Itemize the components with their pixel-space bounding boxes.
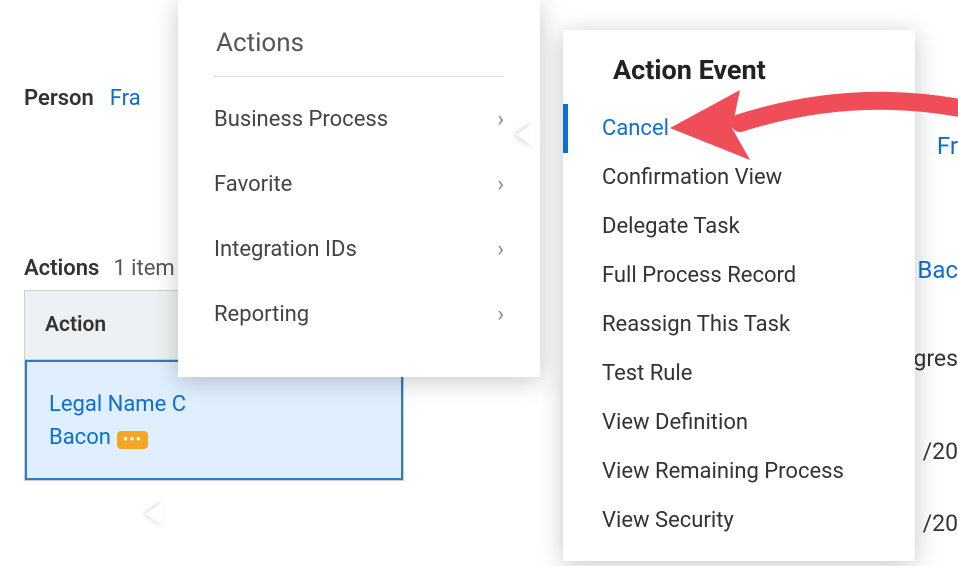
action-event-title: Action Event: [563, 30, 915, 104]
more-actions-chip[interactable]: •••: [117, 431, 148, 449]
table-row[interactable]: Legal Name C Bacon •••: [25, 360, 403, 480]
actions-count: 1 item: [113, 256, 174, 281]
person-label: Person: [24, 86, 94, 111]
person-row: Person Fra: [24, 86, 141, 111]
menu-item-business-process[interactable]: Business Process ›: [178, 87, 540, 152]
menu-item-label: Reporting: [214, 302, 309, 327]
actions-menu-title: Actions: [216, 28, 304, 58]
menu-item-reporting[interactable]: Reporting ›: [178, 282, 540, 347]
menu-item-label: Business Process: [214, 107, 388, 132]
submenu-item-reassign-this-task[interactable]: Reassign This Task: [563, 300, 915, 349]
chevron-right-icon: ›: [497, 237, 504, 262]
menu-item-label: Integration IDs: [214, 237, 357, 262]
submenu-item-view-remaining-process[interactable]: View Remaining Process: [563, 447, 915, 496]
bg-link-1[interactable]: Fr: [937, 132, 958, 160]
menu-item-label: Favorite: [214, 172, 292, 197]
row-link-line1[interactable]: Legal Name C: [49, 388, 379, 421]
divider: [214, 76, 504, 77]
submenu-item-view-security[interactable]: View Security: [563, 496, 915, 545]
chevron-right-icon: ›: [497, 107, 504, 132]
submenu-item-delegate-task[interactable]: Delegate Task: [563, 202, 915, 251]
person-value-link[interactable]: Fra: [110, 86, 141, 111]
bg-text-3: /20: [923, 510, 958, 537]
bg-link-2[interactable]: Bac: [917, 256, 958, 284]
actions-header-row: Actions 1 item: [24, 256, 175, 281]
ellipsis-icon: •••: [123, 432, 142, 447]
actions-menu-panel: Actions Business Process › Favorite › In…: [178, 0, 540, 377]
popover-tail-icon: [145, 502, 163, 526]
bg-text-1: gres: [913, 345, 958, 372]
submenu-tail-icon: [516, 123, 534, 147]
submenu-item-test-rule[interactable]: Test Rule: [563, 349, 915, 398]
submenu-item-full-process-record[interactable]: Full Process Record: [563, 251, 915, 300]
menu-item-integration-ids[interactable]: Integration IDs ›: [178, 217, 540, 282]
submenu-item-view-definition[interactable]: View Definition: [563, 398, 915, 447]
chevron-right-icon: ›: [497, 172, 504, 197]
action-event-panel: Action Event Cancel Confirmation View De…: [563, 30, 915, 561]
submenu-item-cancel[interactable]: Cancel: [563, 104, 915, 153]
actions-menu-header: Actions: [178, 0, 540, 76]
chevron-right-icon: ›: [497, 302, 504, 327]
table-header-label: Action: [45, 313, 106, 337]
row-link-line2[interactable]: Bacon: [49, 425, 111, 450]
menu-item-favorite[interactable]: Favorite ›: [178, 152, 540, 217]
bg-text-2: /20: [923, 438, 958, 465]
submenu-item-confirmation-view[interactable]: Confirmation View: [563, 153, 915, 202]
actions-label: Actions: [24, 256, 99, 281]
